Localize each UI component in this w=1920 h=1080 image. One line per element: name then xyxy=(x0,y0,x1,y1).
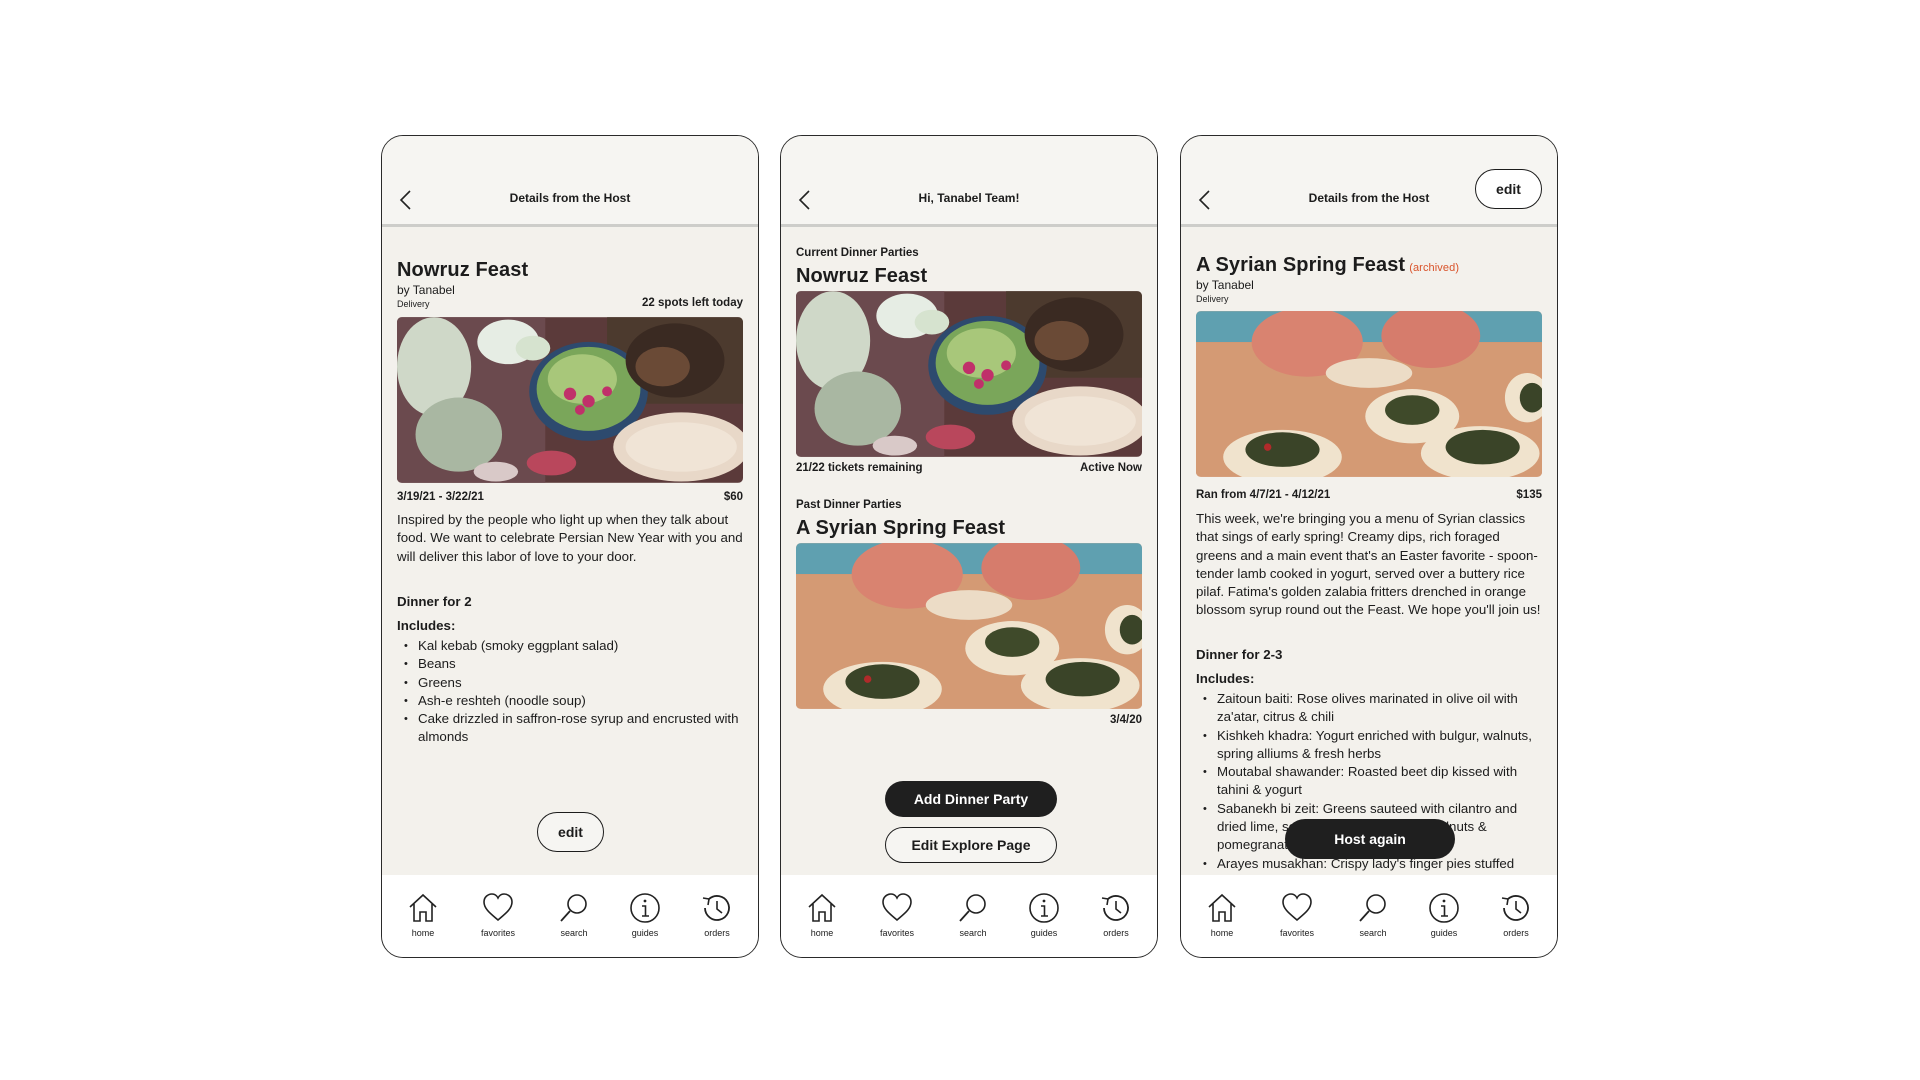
nav-favorites[interactable]: favorites xyxy=(867,891,927,938)
status-badge: Active Now xyxy=(1080,462,1142,474)
nav-favorites[interactable]: favorites xyxy=(1267,891,1327,938)
includes-heading: Includes: xyxy=(397,618,456,633)
feast-photo xyxy=(1196,311,1542,477)
nav-home[interactable]: home xyxy=(1192,891,1252,938)
heart-icon xyxy=(1282,893,1312,922)
list-item: Zaitoun baiti: Rose olives marinated in … xyxy=(1196,690,1542,727)
edit-button[interactable]: edit xyxy=(1475,169,1542,209)
past-party-photo[interactable] xyxy=(796,543,1142,709)
list-item: Kishkeh khadra: Yogurt enriched with bul… xyxy=(1196,727,1542,764)
nav-orders[interactable]: orders xyxy=(687,891,747,938)
past-party-title[interactable]: A Syrian Spring Feast xyxy=(796,517,1005,540)
delivery-label: Delivery xyxy=(397,299,430,309)
feast-description: This week, we're bringing you a menu of … xyxy=(1196,511,1541,618)
nav-home[interactable]: home xyxy=(792,891,852,938)
history-icon xyxy=(702,895,730,921)
top-bar: Details from the Host xyxy=(382,136,758,227)
phone-screen-host-dashboard: Hi, Tanabel Team! Current Dinner Parties… xyxy=(780,135,1158,958)
info-icon xyxy=(1029,893,1059,923)
phone-screen-details-syrian: Details from the Host edit A Syrian Spri… xyxy=(1180,135,1558,958)
home-icon xyxy=(409,893,437,922)
host-byline: by Tanabel xyxy=(397,283,455,297)
home-icon xyxy=(1208,893,1236,922)
serving-size: Dinner for 2-3 xyxy=(1196,647,1283,662)
nav-favorites[interactable]: favorites xyxy=(468,891,528,938)
heart-icon xyxy=(882,893,912,922)
delivery-label: Delivery xyxy=(1196,294,1229,304)
top-bar: Details from the Host edit xyxy=(1181,136,1557,227)
feast-photo xyxy=(397,317,743,483)
edit-button[interactable]: edit xyxy=(537,812,604,852)
serving-size: Dinner for 2 xyxy=(397,594,472,609)
includes-list: Kal kebab (smoky eggplant salad) Beans G… xyxy=(397,637,743,747)
spots-remaining: 22 spots left today xyxy=(642,297,743,309)
current-parties-label: Current Dinner Parties xyxy=(796,247,919,259)
price: $60 xyxy=(723,491,743,503)
home-icon xyxy=(808,893,836,922)
nav-orders[interactable]: orders xyxy=(1486,891,1546,938)
history-icon xyxy=(1501,895,1529,921)
current-party-title[interactable]: Nowruz Feast xyxy=(796,265,927,288)
bottom-nav: home favorites search guides orders xyxy=(1181,875,1557,957)
nav-home[interactable]: home xyxy=(393,891,453,938)
add-dinner-party-button[interactable]: Add Dinner Party xyxy=(885,781,1057,817)
nav-search[interactable]: search xyxy=(544,891,604,938)
page-title: Hi, Tanabel Team! xyxy=(918,191,1020,205)
current-party-photo[interactable] xyxy=(796,291,1142,457)
list-item: Moutabal shawander: Roasted beet dip kis… xyxy=(1196,763,1542,800)
feast-title: Nowruz Feast xyxy=(397,259,529,281)
host-again-button[interactable]: Host again xyxy=(1285,819,1455,859)
nav-guides[interactable]: guides xyxy=(1414,891,1474,938)
nav-guides[interactable]: guides xyxy=(1014,891,1074,938)
nav-guides[interactable]: guides xyxy=(615,891,675,938)
host-byline: by Tanabel xyxy=(1196,278,1254,292)
archived-badge: (archived) xyxy=(1409,262,1460,274)
list-item: Cake drizzled in saffron-rose syrup and … xyxy=(397,710,743,747)
list-item: Greens xyxy=(397,674,743,693)
nav-orders[interactable]: orders xyxy=(1086,891,1146,938)
feast-title: A Syrian Spring Feast (archived) xyxy=(1196,254,1460,276)
info-icon xyxy=(1429,893,1459,923)
nav-search[interactable]: search xyxy=(943,891,1003,938)
date-range: 3/19/21 - 3/22/21 xyxy=(397,491,484,503)
page-title: Details from the Host xyxy=(509,191,631,205)
search-icon xyxy=(560,894,587,922)
list-item: Beans xyxy=(397,655,743,674)
history-icon xyxy=(1101,895,1129,921)
list-item: Ash-e reshteh (noodle soup) xyxy=(397,692,743,711)
edit-explore-page-button[interactable]: Edit Explore Page xyxy=(885,827,1057,863)
bottom-nav: home favorites search guides orders xyxy=(781,875,1157,957)
past-parties-label: Past Dinner Parties xyxy=(796,499,902,511)
feast-description: Inspired by the people who light up when… xyxy=(397,512,743,564)
bottom-nav: home favorites search guides orders xyxy=(382,875,758,957)
search-icon xyxy=(959,894,986,922)
nav-search[interactable]: search xyxy=(1343,891,1403,938)
past-party-date: 3/4/20 xyxy=(1110,714,1142,726)
heart-icon xyxy=(483,893,513,922)
info-icon xyxy=(630,893,660,923)
date-range: Ran from 4/7/21 - 4/12/21 xyxy=(1196,489,1331,501)
top-bar: Hi, Tanabel Team! xyxy=(781,136,1157,227)
phone-screen-details-nowruz: Details from the Host Nowruz Feast by Ta… xyxy=(381,135,759,958)
tickets-remaining: 21/22 tickets remaining xyxy=(796,462,923,474)
price: $135 xyxy=(1516,489,1542,501)
includes-heading: Includes: xyxy=(1196,671,1255,686)
search-icon xyxy=(1359,894,1386,922)
list-item: Kal kebab (smoky eggplant salad) xyxy=(397,637,743,656)
